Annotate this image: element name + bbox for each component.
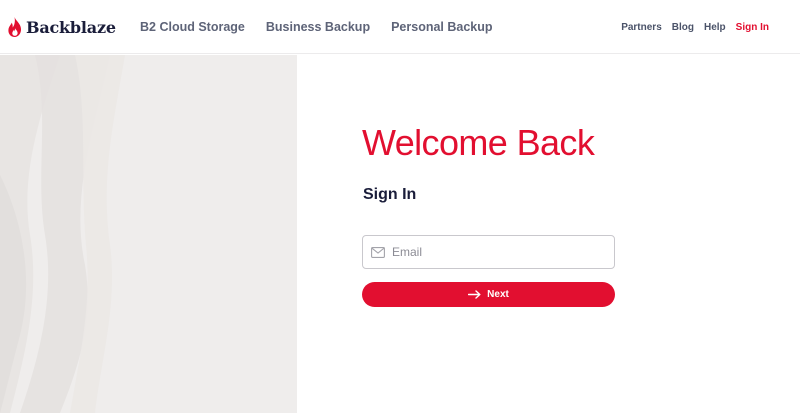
nav-item-blog[interactable]: Blog xyxy=(672,22,694,33)
nav-item-business-backup[interactable]: Business Backup xyxy=(266,20,370,34)
wave-decoration xyxy=(0,55,125,413)
page: Backblaze B2 Cloud Storage Business Back… xyxy=(0,0,800,413)
brand-name: Backblaze xyxy=(26,17,116,37)
nav-item-b2-cloud-storage[interactable]: B2 Cloud Storage xyxy=(140,20,245,34)
nav-item-help[interactable]: Help xyxy=(704,22,726,33)
page-title: Welcome Back xyxy=(362,122,595,163)
decorative-panel xyxy=(0,55,297,413)
sign-in-heading: Sign In xyxy=(363,186,417,203)
envelope-icon xyxy=(371,246,385,258)
arrow-right-icon xyxy=(468,290,481,299)
brand-logo[interactable]: Backblaze xyxy=(8,14,116,40)
utility-nav: Partners Blog Help Sign In xyxy=(621,0,769,54)
email-input[interactable] xyxy=(392,237,607,267)
nav-item-partners[interactable]: Partners xyxy=(621,22,662,33)
top-header: Backblaze B2 Cloud Storage Business Back… xyxy=(0,0,800,54)
flame-icon xyxy=(8,17,22,37)
email-field[interactable] xyxy=(362,235,615,269)
main-nav: B2 Cloud Storage Business Backup Persona… xyxy=(140,0,493,54)
next-button-label: Next xyxy=(487,289,509,300)
next-button[interactable]: Next xyxy=(362,282,615,307)
nav-item-sign-in[interactable]: Sign In xyxy=(736,22,769,33)
nav-item-personal-backup[interactable]: Personal Backup xyxy=(391,20,492,34)
